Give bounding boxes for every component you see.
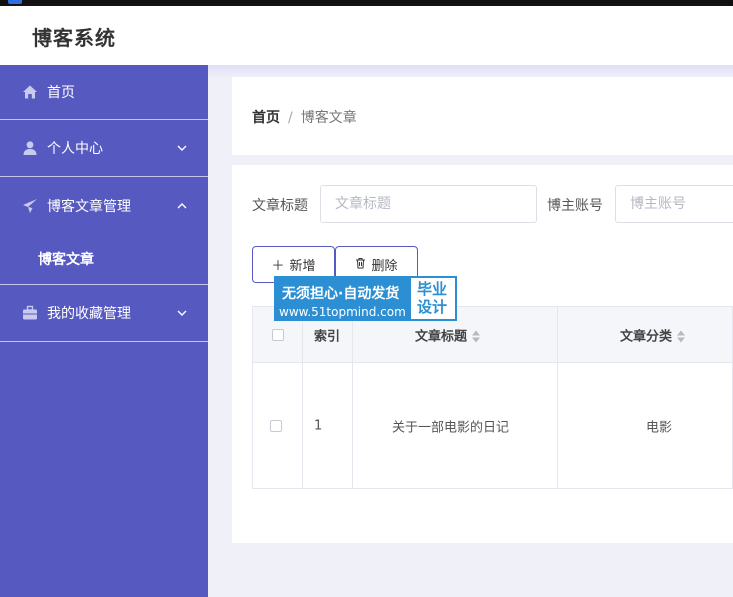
articles-table: 索引 文章标题 文章分类 1 关于一部电影的日记 电影 <box>252 306 733 489</box>
window-icon <box>8 0 22 4</box>
chevron-down-icon <box>176 142 188 154</box>
watermark-right-line1: 毕业 <box>417 280 448 298</box>
sidebar-item-label: 我的收藏管理 <box>47 306 131 322</box>
watermark-right-line2: 设计 <box>417 298 448 316</box>
sidebar-item-personal-center[interactable]: 个人中心 <box>0 120 208 177</box>
blogger-account-label: 博主账号 <box>547 198 603 214</box>
briefcase-icon <box>22 305 38 321</box>
column-header-title[interactable]: 文章标题 <box>415 325 481 344</box>
add-button-label: 新增 <box>289 259 316 274</box>
watermark-right: 毕业 设计 <box>417 280 453 316</box>
user-icon <box>22 140 38 156</box>
sort-icon[interactable] <box>472 330 481 343</box>
sidebar-item-label: 博客文章管理 <box>47 198 131 215</box>
watermark-banner: 无须担心·自动发货 www.51topmind.com 毕业 设计 <box>274 276 457 321</box>
breadcrumb: 首页 / 博客文章 <box>252 107 357 127</box>
blogger-account-input[interactable] <box>615 185 733 223</box>
column-header-index: 索引 <box>314 329 341 344</box>
column-divider <box>352 307 353 488</box>
paper-plane-icon <box>22 198 38 214</box>
main-content-panel: 文章标题 博主账号 ＋ 新增 删除 索引 文章标题 文章分类 1 关于一部电影的日… <box>232 165 733 543</box>
sidebar-item-label: 个人中心 <box>47 141 103 157</box>
app-title: 博客系统 <box>32 26 116 50</box>
sidebar-item-home[interactable]: 首页 <box>0 65 208 120</box>
breadcrumb-panel: 首页 / 博客文章 <box>232 77 733 155</box>
sort-icon[interactable] <box>677 330 686 343</box>
article-title-input[interactable] <box>320 185 537 223</box>
breadcrumb-separator: / <box>288 110 293 126</box>
plus-icon: ＋ <box>271 259 285 274</box>
sidebar-item-my-favorites-management[interactable]: 我的收藏管理 <box>0 285 208 342</box>
cell-index: 1 <box>314 418 323 433</box>
home-icon <box>22 84 38 100</box>
chevron-up-icon <box>176 200 188 212</box>
sidebar-item-blog-article-management[interactable]: 博客文章管理 <box>0 177 208 234</box>
app-header: 博客系统 <box>0 6 733 65</box>
watermark-url: www.51topmind.com <box>279 305 406 319</box>
delete-button-label: 删除 <box>371 259 398 274</box>
row-checkbox[interactable] <box>270 419 282 432</box>
breadcrumb-current: 博客文章 <box>300 110 357 126</box>
cell-title: 关于一部电影的日记 <box>392 420 510 435</box>
column-header-title-text: 文章标题 <box>415 329 468 344</box>
sidebar-subitem-blog-article[interactable]: 博客文章 <box>0 234 208 285</box>
cell-category: 电影 <box>646 420 673 435</box>
sidebar-item-label: 首页 <box>47 85 75 101</box>
watermark-slogan: 无须担心·自动发货 <box>282 286 400 302</box>
watermark-left: 无须担心·自动发货 www.51topmind.com <box>276 278 411 319</box>
sidebar: 首页 个人中心 博客文章管理 博客文章 我的收藏管理 <box>0 65 208 597</box>
sidebar-subitem-label: 博客文章 <box>38 252 94 268</box>
column-divider <box>302 307 303 488</box>
column-divider <box>557 307 558 488</box>
chevron-down-icon <box>176 307 188 319</box>
trash-icon <box>355 257 366 273</box>
article-title-label: 文章标题 <box>252 198 308 214</box>
breadcrumb-home[interactable]: 首页 <box>252 110 280 126</box>
column-header-category[interactable]: 文章分类 <box>620 325 686 344</box>
select-all-checkbox[interactable] <box>272 328 284 341</box>
table-row: 1 关于一部电影的日记 电影 <box>253 362 732 489</box>
column-header-category-text: 文章分类 <box>620 329 673 344</box>
